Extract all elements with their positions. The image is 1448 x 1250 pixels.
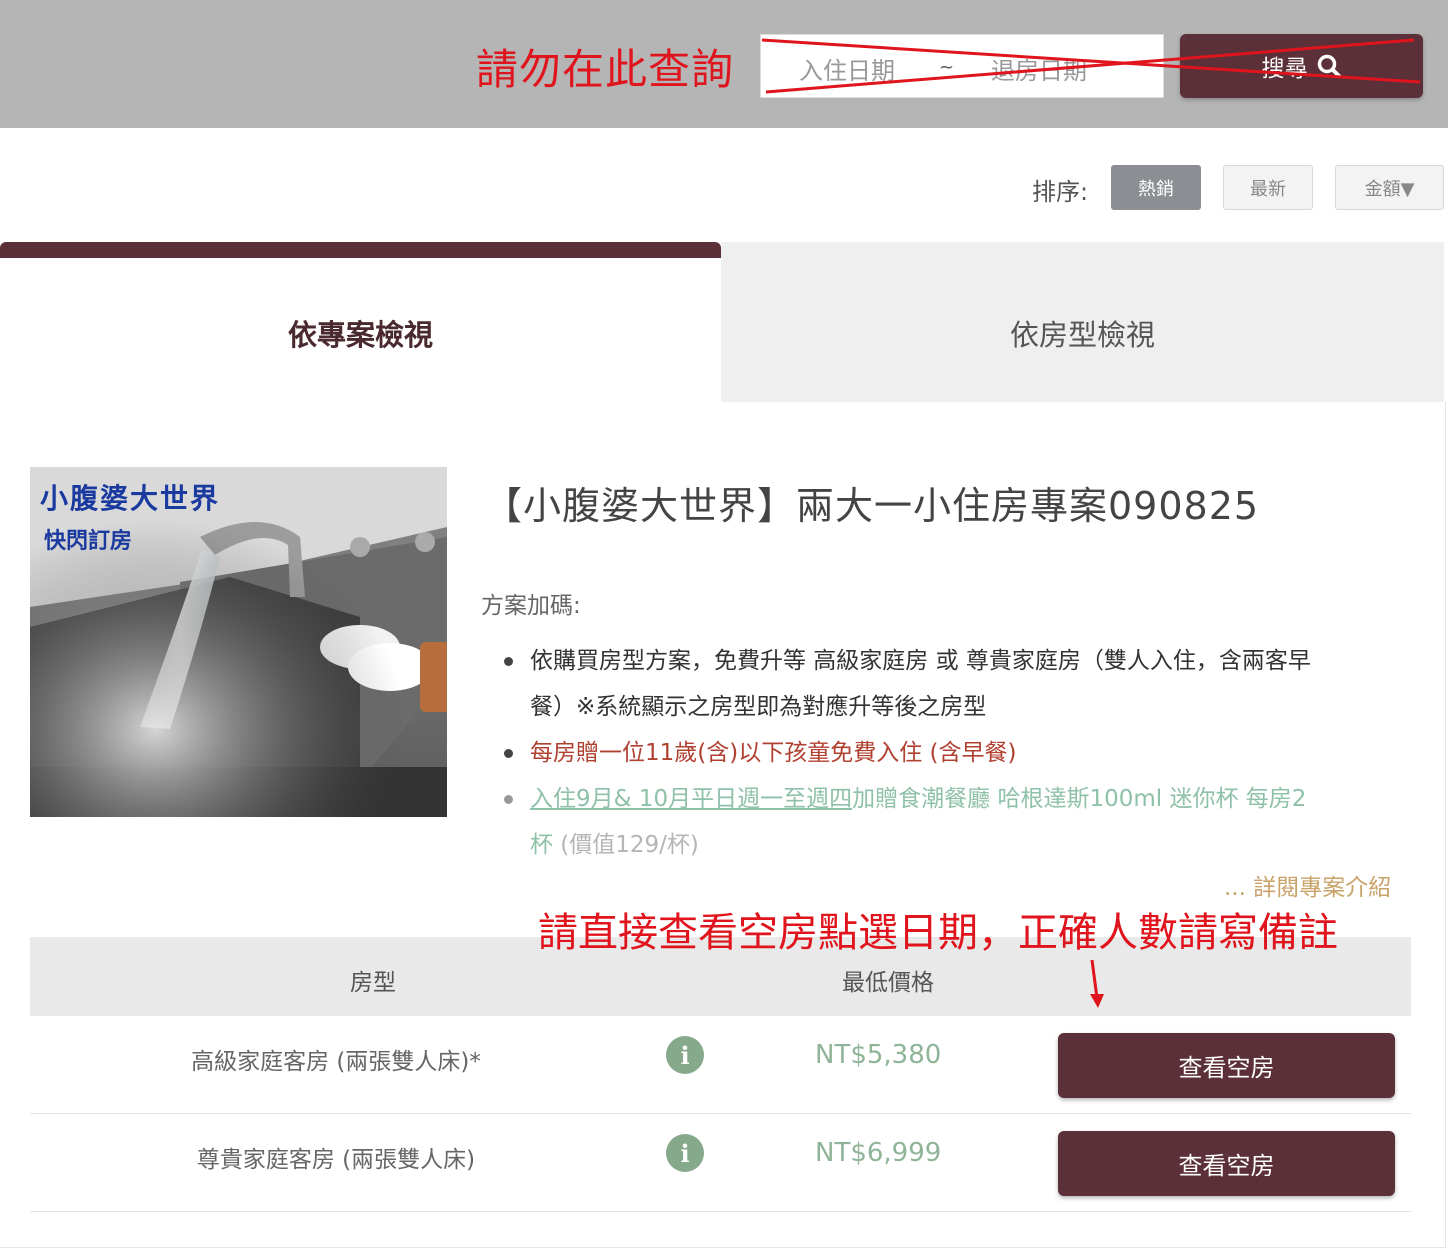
plan-details-link[interactable]: ... 詳閱專案介紹 — [1224, 868, 1391, 902]
info-icon[interactable]: i — [666, 1036, 704, 1074]
table-row: 高級家庭客房 (兩張雙人床)* i NT$5,380 查看空房 — [30, 1016, 1411, 1114]
plan-promo-image[interactable]: 小腹婆大世界 快閃訂房 — [30, 467, 447, 817]
date-range-picker[interactable]: 入住日期 ~ 退房日期 — [760, 34, 1164, 98]
header-room-type: 房型 — [350, 970, 396, 996]
promo-image-subtitle: 快閃訂房 — [44, 529, 133, 554]
bonus-upgrade-text-line1: 依購買房型方案，免費升等 高級家庭房 或 尊貴家庭房（雙人入住，含兩客早 — [530, 648, 1311, 674]
search-icon — [1317, 54, 1341, 78]
sort-label: 排序: — [1032, 178, 1089, 206]
bonus-child-free-text: 每房贈一位11歲(含)以下孩童免費入住 (含早餐) — [530, 740, 1017, 766]
bonus-weekday-link[interactable]: 入住9月& 10月平日週一至週四 — [530, 786, 852, 812]
sort-newest-button[interactable]: 最新 — [1223, 165, 1313, 210]
search-button[interactable]: 搜尋 — [1180, 34, 1423, 98]
room-price: NT$6,999 — [815, 1138, 942, 1168]
checkin-date-placeholder: 入住日期 — [799, 57, 895, 85]
tab-by-room-type[interactable]: 依房型檢視 — [721, 242, 1444, 402]
room-name: 尊貴家庭客房 (兩張雙人床) — [196, 1147, 476, 1173]
sort-hot-button[interactable]: 熱銷 — [1111, 165, 1201, 210]
room-name: 高級家庭客房 (兩張雙人床)* — [191, 1049, 481, 1075]
sort-price-button[interactable]: 金額▼ — [1335, 165, 1444, 210]
tab-by-plan-label: 依專案檢視 — [287, 318, 433, 352]
search-warning-annotation: 請勿在此查詢 — [476, 45, 735, 94]
promo-image-title: 小腹婆大世界 — [40, 482, 221, 515]
instruction-annotation: 請直接查看空房點選日期，正確人數請寫備註 — [538, 910, 1338, 956]
room-price: NT$5,380 — [815, 1040, 942, 1070]
info-icon[interactable]: i — [666, 1134, 704, 1172]
date-separator: ~ — [939, 57, 955, 78]
plan-title: 【小腹婆大世界】兩大一小住房專案090825 — [484, 484, 1260, 528]
search-bar: 請勿在此查詢 入住日期 ~ 退房日期 搜尋 — [0, 0, 1448, 128]
plan-bonus-list: 依購買房型方案，免費升等 高級家庭房 或 尊貴家庭房（雙人入住，含兩客早 餐）※… — [500, 638, 1420, 868]
bonus-upgrade-text-line2: 餐）※系統顯示之房型即為對應升等後之房型 — [530, 694, 987, 720]
list-item: 依購買房型方案，免費升等 高級家庭房 或 尊貴家庭房（雙人入住，含兩客早 餐）※… — [500, 638, 1420, 730]
view-availability-button[interactable]: 查看空房 — [1058, 1033, 1395, 1098]
arrow-down-icon — [1090, 959, 1104, 1008]
list-item: 入住9月& 10月平日週一至週四加贈食潮餐廳 哈根達斯100ml 迷你杯 每房2… — [500, 776, 1420, 868]
header-min-price: 最低價格 — [842, 970, 934, 996]
tab-by-plan[interactable]: 依專案檢視 — [0, 242, 721, 402]
bonus-icecream-text-line2: 杯 — [530, 832, 553, 858]
bonus-icecream-text: 加贈食潮餐廳 哈根達斯100ml 迷你杯 每房2 — [852, 786, 1307, 812]
checkout-date-placeholder: 退房日期 — [991, 57, 1087, 85]
list-item: 每房贈一位11歲(含)以下孩童免費入住 (含早餐) — [500, 730, 1420, 776]
plan-bonus-label: 方案加碼: — [481, 593, 581, 619]
table-row: 尊貴家庭客房 (兩張雙人床) i NT$6,999 查看空房 — [30, 1114, 1411, 1212]
bath-faucet-illustration — [30, 467, 447, 817]
view-availability-button[interactable]: 查看空房 — [1058, 1131, 1395, 1196]
tab-by-room-type-label: 依房型檢視 — [1009, 318, 1155, 352]
bonus-icecream-value: (價值129/杯) — [553, 832, 699, 858]
search-button-label: 搜尋 — [1261, 56, 1308, 82]
